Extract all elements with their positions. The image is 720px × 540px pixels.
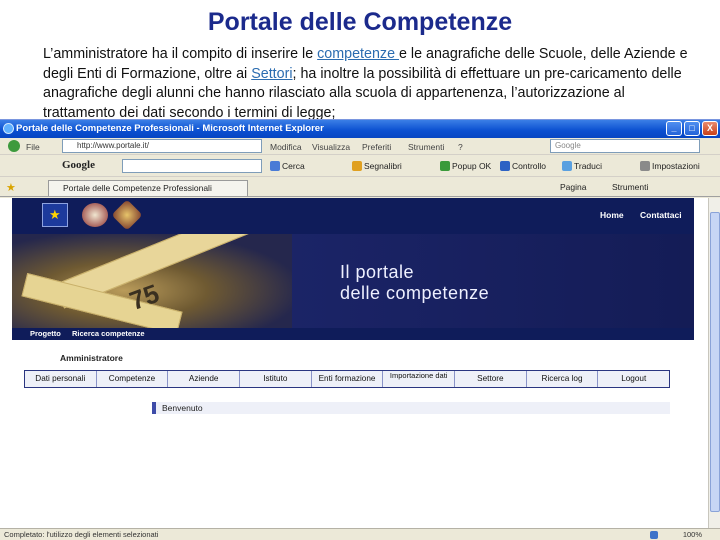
menu-file[interactable]: File	[26, 142, 40, 152]
cerca-button[interactable]: Cerca	[270, 161, 305, 171]
google-logo: Google	[62, 159, 95, 171]
menu-bar: File http://www.portale.it/ Modifica Vis…	[0, 138, 720, 155]
banner-line-1: Il portale	[340, 262, 415, 282]
menu-modifica[interactable]: Modifica	[270, 142, 302, 152]
menu-visualizza[interactable]: Visualizza	[312, 142, 350, 152]
google-toolbar: Google Cerca Segnalibri Popup OK Control…	[0, 155, 720, 177]
zoom-level[interactable]: 100%	[683, 529, 702, 540]
nav-importazione-dati[interactable]: Importazione dati	[383, 371, 456, 387]
portal-banner: 75 Il portale delle competenze	[12, 234, 694, 328]
competenze-link[interactable]: competenze	[317, 46, 399, 62]
nav-enti-formazione[interactable]: Enti formazione	[312, 371, 384, 387]
page-viewport: Home Contattaci 75 Il portale delle comp…	[0, 198, 708, 528]
slide: Portale delle Competenze L’amministrator…	[0, 0, 720, 540]
nav-settore[interactable]: Settore	[455, 371, 527, 387]
nav-competenze[interactable]: Competenze	[97, 371, 169, 387]
welcome-bar: Benvenuto	[152, 402, 670, 414]
status-bar: Completato: l'utilizzo degli elementi se…	[0, 528, 720, 540]
paragraph-text-1: L’amministratore ha il compito di inseri…	[43, 46, 318, 62]
close-button[interactable]: X	[702, 121, 718, 136]
menu-strumenti[interactable]: Strumenti	[408, 142, 444, 152]
tab-bar: ★ Portale delle Competenze Professionali…	[0, 177, 720, 197]
banner-line-2: delle competenze	[340, 283, 490, 303]
maximize-button[interactable]: □	[684, 121, 700, 136]
site-header: Home Contattaci	[12, 198, 694, 234]
cerca-label: Cerca	[282, 161, 305, 171]
translate-icon	[562, 161, 572, 171]
back-arrow-icon[interactable]	[8, 140, 20, 152]
banner-title: Il portale delle competenze	[340, 262, 489, 304]
slide-paragraph: L’amministratore ha il compito di inseri…	[43, 45, 693, 123]
menu-help[interactable]: ?	[458, 142, 463, 152]
address-bar[interactable]: http://www.portale.it/	[62, 139, 262, 153]
breadcrumb-ricerca[interactable]: Ricerca competenze	[72, 329, 145, 338]
breadcrumb-progetto[interactable]: Progetto	[30, 329, 61, 338]
search-icon	[270, 161, 280, 171]
settori-link[interactable]: Settori	[251, 66, 292, 82]
region-logo	[111, 199, 143, 231]
nav-dati-personali[interactable]: Dati personali	[25, 371, 97, 387]
minimize-button[interactable]: _	[666, 121, 682, 136]
menu-preferiti[interactable]: Preferiti	[362, 142, 391, 152]
tab-portale[interactable]: Portale delle Competenze Professionali	[48, 180, 248, 196]
window-title: Portale delle Competenze Professionali -…	[16, 123, 324, 134]
strumenti-menu[interactable]: Strumenti	[612, 182, 648, 192]
eu-flag-logo	[42, 203, 68, 227]
scrollbar-thumb[interactable]	[710, 212, 720, 512]
home-link[interactable]: Home	[600, 210, 624, 220]
nav-logout[interactable]: Logout	[598, 371, 669, 387]
browser-window: Portale delle Competenze Professionali -…	[0, 119, 720, 540]
controllo-button[interactable]: Controllo	[500, 161, 546, 171]
check-icon	[500, 161, 510, 171]
traduci-label: Traduci	[574, 161, 603, 171]
favorites-star-icon[interactable]: ★	[6, 181, 16, 194]
controllo-label: Controllo	[512, 161, 547, 171]
admin-label: Amministratore	[60, 353, 123, 363]
nav-aziende[interactable]: Aziende	[168, 371, 241, 387]
popup-icon	[440, 161, 450, 171]
segnalibri-label: Segnalibri	[364, 161, 402, 171]
wrench-icon	[640, 161, 650, 171]
segnalibri-button[interactable]: Segnalibri	[352, 161, 402, 171]
window-titlebar: Portale delle Competenze Professionali -…	[0, 120, 720, 138]
banner-image: 75	[12, 234, 292, 328]
status-text: Completato: l'utilizzo degli elementi se…	[4, 530, 159, 539]
internet-zone-icon	[650, 531, 658, 539]
admin-nav: Dati personali Competenze Aziende Istitu…	[24, 370, 670, 388]
slide-title: Portale delle Competenze	[207, 8, 513, 36]
republic-seal-logo	[82, 203, 108, 227]
popup-label: Popup OK	[452, 161, 492, 171]
popup-button[interactable]: Popup OK	[440, 161, 491, 171]
vertical-scrollbar[interactable]	[708, 198, 720, 528]
contattaci-link[interactable]: Contattaci	[640, 210, 682, 220]
google-search-input[interactable]	[122, 159, 262, 173]
impostazioni-label: Impostazioni	[652, 161, 700, 171]
nav-ricerca-log[interactable]: Ricerca log	[527, 371, 599, 387]
traduci-button[interactable]: Traduci	[562, 161, 602, 171]
impostazioni-button[interactable]: Impostazioni	[640, 161, 700, 171]
star-icon	[352, 161, 362, 171]
nav-istituto[interactable]: Istituto	[240, 371, 312, 387]
ie-icon	[3, 123, 14, 134]
window-controls: _ □ X	[666, 121, 718, 136]
pagina-menu[interactable]: Pagina	[560, 182, 586, 192]
search-input[interactable]: Google	[550, 139, 700, 153]
breadcrumb: Progetto Ricerca competenze	[12, 328, 694, 340]
